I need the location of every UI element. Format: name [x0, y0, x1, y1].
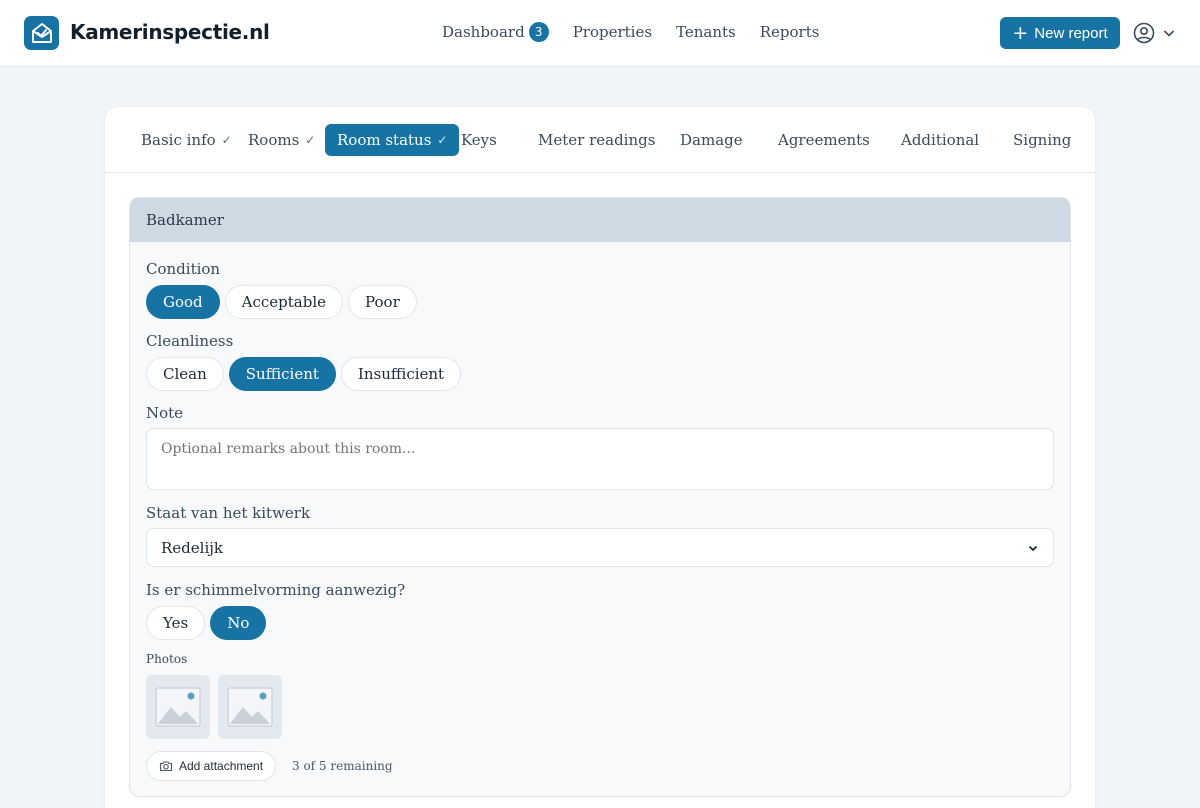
mold-label: Is er schimmelvorming aanwezig? [146, 581, 406, 599]
check-icon: ✓ [305, 133, 316, 147]
cleanliness-insufficient-button[interactable]: Insufficient [340, 357, 462, 391]
chevron-down-icon [1163, 30, 1175, 37]
condition-acceptable-button[interactable]: Acceptable [224, 285, 344, 319]
wizard-steps: Basic info ✓ Rooms ✓ Room status ✓ Keys … [105, 107, 1095, 173]
step-keys[interactable]: Keys [449, 124, 509, 156]
check-icon: ✓ [221, 133, 232, 147]
step-label: Basic info [141, 131, 216, 149]
step-signing[interactable]: Signing [1001, 124, 1083, 156]
condition-good-button[interactable]: Good [146, 285, 220, 319]
check-icon: ✓ [437, 133, 448, 147]
chevron-down-icon [1028, 545, 1038, 551]
kitwerk-select[interactable]: Redelijk [146, 528, 1054, 567]
image-icon [227, 687, 273, 727]
cleanliness-sufficient-button[interactable]: Sufficient [228, 357, 336, 391]
note-label: Note [146, 404, 184, 422]
step-agreements[interactable]: Agreements [766, 124, 882, 156]
image-icon [155, 687, 201, 727]
mold-no-button[interactable]: No [210, 606, 267, 640]
brand-name[interactable]: Kamerinspectie.nl [70, 20, 270, 44]
plus-icon: + [1012, 21, 1029, 44]
step-rooms[interactable]: Rooms ✓ [236, 124, 327, 156]
kitwerk-value: Redelijk [161, 538, 223, 557]
step-label: Rooms [248, 131, 300, 149]
photo-thumbnail[interactable] [146, 675, 210, 739]
step-basic-info[interactable]: Basic info ✓ [129, 124, 244, 156]
add-attachment-label: Add attachment [179, 759, 264, 773]
cleanliness-clean-button[interactable]: Clean [146, 357, 224, 391]
mold-yes-button[interactable]: Yes [146, 606, 206, 640]
step-room-status[interactable]: Room status ✓ [325, 124, 460, 156]
step-meter-readings[interactable]: Meter readings [526, 124, 667, 156]
new-report-button[interactable]: + New report [1000, 17, 1120, 49]
camera-icon [159, 761, 173, 772]
main-nav: Dashboard 3 Properties Tenants Reports [442, 22, 843, 42]
mold-options: Yes No [146, 606, 271, 640]
dashboard-count-badge: 3 [528, 22, 549, 42]
nav-reports[interactable]: Reports [760, 23, 820, 41]
cleanliness-options: Clean Sufficient Insufficient [146, 357, 466, 391]
kitwerk-label: Staat van het kitwerk [146, 504, 311, 522]
note-textarea[interactable] [146, 428, 1054, 490]
user-menu[interactable] [1132, 21, 1177, 45]
step-damage[interactable]: Damage [668, 124, 755, 156]
top-navbar: Kamerinspectie.nl Dashboard 3 Properties… [0, 0, 1200, 67]
room-panel: Badkamer Condition Good Acceptable Poor … [129, 197, 1071, 797]
nav-dashboard[interactable]: Dashboard 3 [442, 22, 549, 42]
photo-thumbnail[interactable] [218, 675, 282, 739]
step-label: Room status [337, 131, 432, 149]
photos-label: Photos [146, 652, 188, 666]
nav-tenants[interactable]: Tenants [676, 23, 736, 41]
photos-remaining-text: 3 of 5 remaining [292, 759, 393, 773]
nav-properties[interactable]: Properties [573, 23, 652, 41]
user-circle-icon [1133, 22, 1155, 44]
condition-label: Condition [146, 260, 221, 278]
condition-poor-button[interactable]: Poor [348, 285, 417, 319]
cleanliness-label: Cleanliness [146, 332, 234, 350]
add-attachment-button[interactable]: Add attachment [146, 751, 277, 781]
step-additional[interactable]: Additional [889, 124, 991, 156]
condition-options: Good Acceptable Poor [146, 285, 422, 319]
logo-icon[interactable] [24, 16, 59, 50]
report-card: Basic info ✓ Rooms ✓ Room status ✓ Keys … [105, 107, 1095, 808]
nav-dashboard-label: Dashboard [442, 23, 525, 41]
new-report-label: New report [1034, 24, 1108, 42]
room-title: Badkamer [130, 198, 1070, 242]
